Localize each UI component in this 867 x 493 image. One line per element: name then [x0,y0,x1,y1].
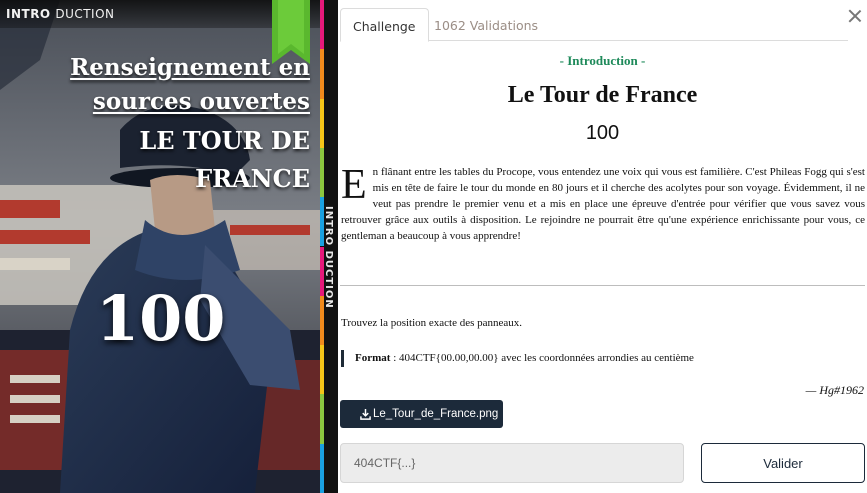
tab-validations[interactable]: 1062 Validations [422,8,550,41]
challenge-description: En flânant entre les tables du Procope, … [341,164,865,244]
download-icon [360,408,371,420]
download-file-label: Le_Tour_de_France.png [373,408,499,420]
spine-color-stripe [320,345,324,395]
spine-color-stripe [320,394,324,444]
spine-label: INTRO DUCTION [323,206,334,309]
divider [340,285,865,286]
spine-color-stripe [320,98,324,148]
format-label: Format [355,352,391,364]
artwork-title-line: FRANCE [195,164,310,193]
artwork-points: 100 [96,282,226,355]
challenge-tabs: Challenge 1062 Validations [340,8,848,42]
spine-color-stripe [320,0,324,50]
challenge-panel: Challenge 1062 Validations - Introductio… [338,0,867,493]
spine-color-stripe [320,49,324,99]
task-instruction: Trouvez la position exacte des panneaux. [341,317,523,329]
close-icon[interactable] [848,9,862,23]
flag-format-note: Format : 404CTF{00.00,00.00} avec les co… [341,350,694,367]
description-text: n flânant entre les tables du Procope, v… [341,166,865,242]
spine-color-stripe [320,443,324,493]
submit-flag-button[interactable]: Valider [701,443,865,483]
challenge-artwork: INTRO DUCTION Renseignement en sources o… [0,0,338,493]
artwork-title-line: LE TOUR DE [139,126,310,155]
challenge-author: — Hg#1962 [805,383,864,397]
drop-cap-letter: E [341,162,367,208]
challenge-points: 100 [585,122,620,144]
format-text: : 404CTF{00.00,00.00} avec les coordonné… [390,352,694,364]
spine-color-stripe [320,147,324,198]
flag-input[interactable] [340,443,684,483]
download-file-button[interactable]: Le_Tour_de_France.png [340,400,503,428]
artwork-spine: INTRO DUCTION [320,0,338,493]
artwork-title-line: Renseignement en [70,54,310,81]
artwork-category-label: INTRO DUCTION [6,7,115,21]
tab-challenge[interactable]: Challenge [340,8,429,42]
challenge-title: Le Tour de France [507,82,698,108]
artwork-title-line: sources ouvertes [92,88,310,115]
challenge-category: - Introduction - [559,53,646,68]
